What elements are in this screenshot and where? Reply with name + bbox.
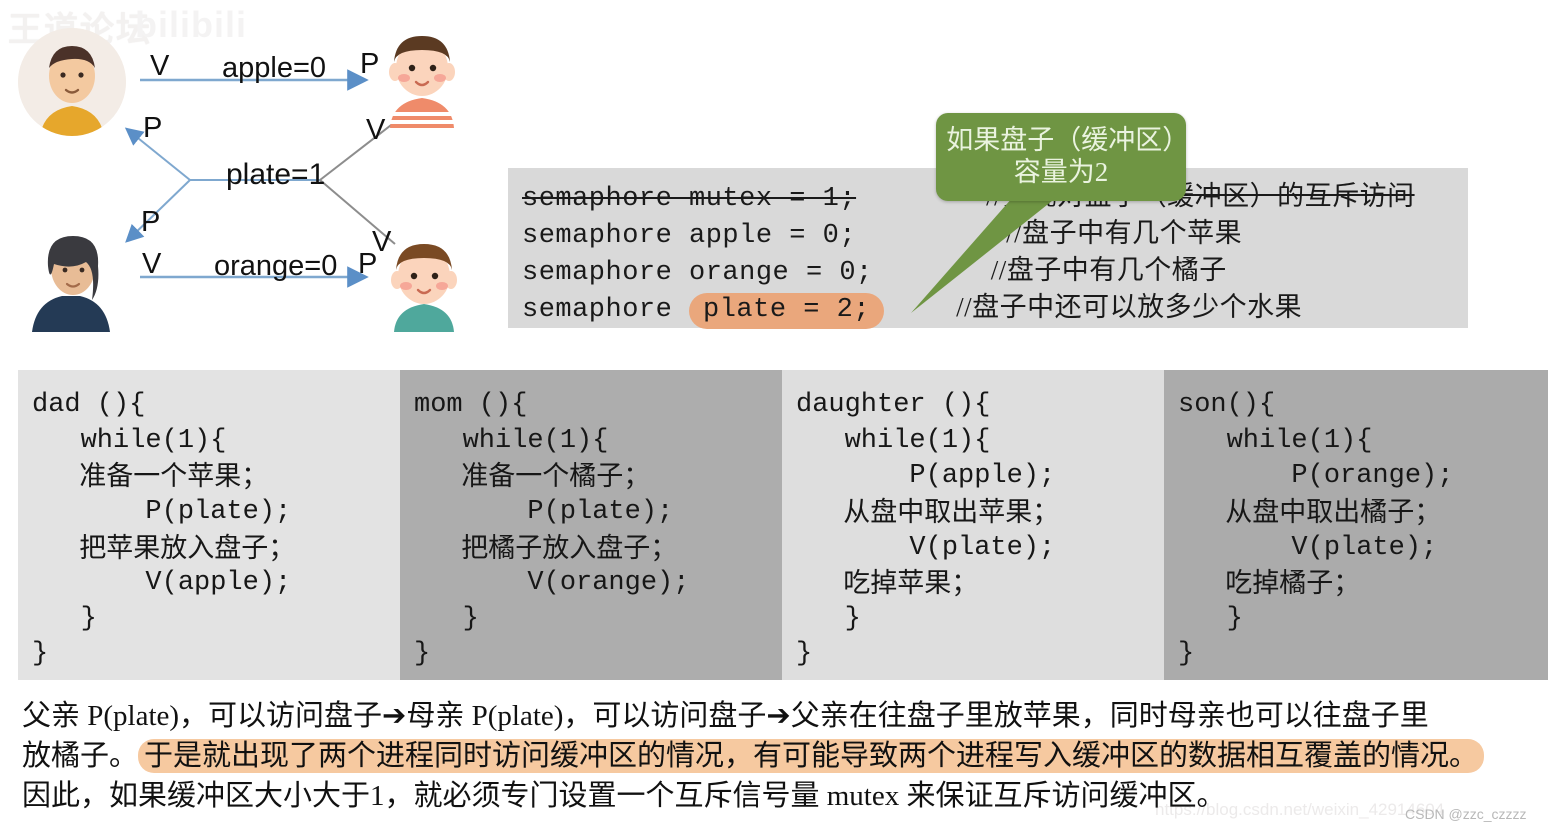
code-line: while(1){ (796, 425, 991, 456)
edge-label-orange-value: orange=0 (214, 250, 338, 282)
code-line: V(plate); (796, 532, 1056, 563)
callout-bubble: 如果盘子（缓冲区）容量为2 (936, 113, 1186, 201)
paragraph-highlight: 于是就出现了两个进程同时访问缓冲区的情况，有可能导致两个进程写入缓冲区的数据相互… (138, 739, 1485, 774)
semaphore-code-orange: semaphore orange = 0; (522, 258, 873, 288)
paragraph-line-2-prefix: 放橘子。 (22, 740, 139, 773)
edge-label-plate-value: plate=1 (226, 158, 326, 191)
code-line: } (32, 639, 49, 670)
code-line: while(1){ (32, 425, 227, 456)
avatar-son (378, 228, 470, 332)
code-column-daughter: daughter (){ while(1){ P(apple); 从盘中取出苹果… (782, 370, 1164, 680)
slide-canvas: 王道论坛 bilibili https://blog.csdn.net/weix… (0, 0, 1566, 836)
code-line: } (1178, 639, 1195, 670)
edge-label-plate-daughter: V (366, 114, 386, 146)
callout-tail-icon (911, 197, 1057, 313)
code-line: } (414, 603, 479, 634)
code-line: 把苹果放入盘子； (32, 532, 296, 563)
semaphore-code-apple: semaphore apple = 0; (522, 221, 857, 251)
code-line: V(orange); (414, 568, 690, 599)
code-line: P(apple); (796, 461, 1056, 492)
code-line: } (414, 639, 431, 670)
code-line: 把橘子放入盘子； (414, 532, 678, 563)
semaphore-plate-highlight: plate = 2; (689, 293, 885, 329)
code-line: 吃掉苹果； (796, 568, 979, 599)
edge-label-plate-son: V (372, 226, 392, 258)
edge-label-apple-value: apple=0 (222, 52, 327, 84)
code-line: P(orange); (1178, 461, 1454, 492)
code-line: } (796, 603, 861, 634)
paragraph-line-3: 因此，如果缓冲区大小大于1，就必须专门设置一个互斥信号量 mutex 来保证互斥… (22, 780, 1226, 813)
edge-label-plate-dad: P (143, 112, 163, 144)
semaphore-code-plate-prefix: semaphore (522, 295, 690, 325)
avatar-dad (18, 28, 126, 136)
code-column-son: son(){ while(1){ P(orange); 从盘中取出橘子； V(p… (1164, 370, 1548, 680)
code-line: 准备一个苹果； (32, 461, 269, 492)
code-line: dad (){ (32, 390, 146, 420)
edge-label-apple-p: P (360, 48, 380, 80)
code-line: } (32, 603, 97, 634)
edge-label-plate-mom: P (141, 206, 161, 238)
code-line: while(1){ (414, 425, 609, 456)
edge-label-apple-v: V (150, 50, 170, 82)
code-line: 吃掉橘子； (1178, 568, 1361, 599)
code-line: P(plate); (414, 496, 674, 527)
code-line: 从盘中取出苹果； (796, 496, 1060, 527)
explanation-paragraph: 父亲 P(plate)，可以访问盘子➔母亲 P(plate)，可以访问盘子➔父亲… (22, 696, 1542, 816)
edge-label-orange-v: V (142, 248, 162, 280)
code-line: 从盘中取出橘子； (1178, 496, 1442, 527)
code-line: son(){ (1178, 390, 1276, 420)
code-line: mom (){ (414, 390, 528, 420)
process-code-columns: dad (){ while(1){ 准备一个苹果； P(plate); 把苹果放… (18, 370, 1548, 680)
code-line: } (1178, 603, 1243, 634)
code-line: V(plate); (1178, 532, 1438, 563)
callout-text: 如果盘子（缓冲区）容量为2 (946, 125, 1176, 187)
code-line: 准备一个橘子； (414, 461, 651, 492)
code-column-dad: dad (){ while(1){ 准备一个苹果； P(plate); 把苹果放… (18, 370, 400, 680)
paragraph-line-1: 父亲 P(plate)，可以访问盘子➔母亲 P(plate)，可以访问盘子➔父亲… (22, 700, 1429, 732)
code-line: P(plate); (32, 496, 292, 527)
avatar-mom (20, 220, 126, 332)
code-line: } (796, 639, 813, 670)
code-column-mom: mom (){ while(1){ 准备一个橘子； P(plate); 把橘子放… (400, 370, 782, 680)
code-line: V(apple); (32, 568, 292, 599)
avatar-daughter (376, 22, 468, 128)
code-line: daughter (){ (796, 390, 991, 420)
paragraph-line-2: 放橘子。 于是就出现了两个进程同时访问缓冲区的情况，有可能导致两个进程写入缓冲区的… (22, 736, 1542, 776)
process-relation-diagram: V apple=0 P V orange=0 P plate=1 P P V V (0, 22, 480, 342)
semaphore-code-mutex: semaphore mutex = 1; (522, 184, 857, 214)
code-line: while(1){ (1178, 425, 1373, 456)
